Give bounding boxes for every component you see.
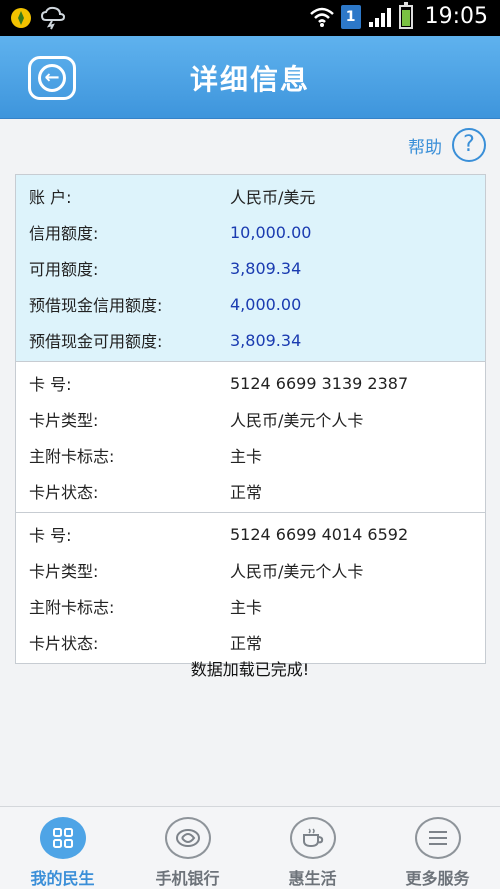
- detail-row: 卡 号: 5124 6699 4014 6592: [16, 516, 485, 552]
- card-role-value: 主卡: [230, 598, 263, 617]
- detail-row: 主附卡标志: 主卡: [16, 437, 485, 473]
- title-bar: ← 详细信息: [0, 36, 500, 119]
- cash-advance-limit-value: 4,000.00: [230, 294, 302, 314]
- row-value: 人民币/美元: [230, 188, 316, 207]
- card-number-value: 5124 6699 3139 2387: [230, 373, 409, 393]
- card-number-value: 5124 6699 4014 6592: [230, 524, 409, 544]
- row-label: 卡片类型:: [29, 562, 99, 581]
- card-type-value: 人民币/美元个人卡: [230, 411, 364, 430]
- card-status-value: 正常: [230, 634, 263, 653]
- card-role-value: 主卡: [230, 447, 263, 466]
- signal-icon: [368, 7, 391, 27]
- credit-limit-value: 10,000.00: [230, 222, 312, 242]
- nav-life-services[interactable]: 惠生活: [250, 807, 375, 889]
- nav-my-minsheng[interactable]: 我的民生: [0, 807, 125, 889]
- detail-row: 卡片类型: 人民币/美元个人卡: [16, 552, 485, 588]
- coffee-cup-icon: [289, 817, 336, 859]
- row-label: 卡 号:: [29, 375, 72, 394]
- nav-label: 手机银行: [155, 869, 220, 888]
- help-label: 帮助: [408, 137, 442, 158]
- card-section: 卡 号: 5124 6699 4014 6592 卡片类型: 人民币/美元个人卡…: [16, 513, 485, 663]
- row-label: 卡片状态:: [29, 483, 99, 502]
- detail-row: 预借现金信用额度: 4,000.00: [16, 286, 485, 322]
- grid-icon: [39, 817, 86, 859]
- detail-panel: 账 户: 人民币/美元 信用额度: 10,000.00 可用额度: 3,809.…: [15, 174, 486, 664]
- row-label: 主附卡标志:: [29, 447, 115, 466]
- nav-label: 我的民生: [30, 869, 95, 888]
- row-label: 账 户:: [29, 188, 72, 207]
- detail-row: 卡片状态: 正常: [16, 473, 485, 509]
- card-type-value: 人民币/美元个人卡: [230, 562, 364, 581]
- row-label: 主附卡标志:: [29, 598, 115, 617]
- detail-row: 预借现金可用额度: 3,809.34: [16, 322, 485, 358]
- wifi-icon: [309, 7, 334, 27]
- menu-icon: [414, 817, 461, 859]
- help-link[interactable]: 帮助 ?: [408, 128, 486, 162]
- status-bar-left: [10, 6, 66, 30]
- row-label: 卡片类型:: [29, 411, 99, 430]
- status-bar-right: 1 19:05: [309, 1, 488, 29]
- card-status-value: 正常: [230, 483, 263, 502]
- detail-row: 可用额度: 3,809.34: [16, 250, 485, 286]
- nav-label: 更多服务: [405, 869, 470, 888]
- nav-mobile-banking[interactable]: 手机银行: [125, 807, 250, 889]
- detail-row: 卡片状态: 正常: [16, 624, 485, 660]
- bottom-nav: 我的民生 手机银行 惠生活 更多服务: [0, 806, 500, 889]
- detail-row: 卡片类型: 人民币/美元个人卡: [16, 401, 485, 437]
- row-label: 卡 号:: [29, 526, 72, 545]
- nav-label: 惠生活: [288, 869, 337, 888]
- row-label: 信用额度:: [29, 224, 99, 243]
- page-title: 详细信息: [189, 63, 310, 96]
- weather-icon: [40, 6, 66, 30]
- status-bar: 1 19:05: [0, 0, 500, 36]
- cash-advance-available-value: 3,809.34: [230, 330, 302, 350]
- row-label: 预借现金信用额度:: [29, 296, 163, 315]
- account-section: 账 户: 人民币/美元 信用额度: 10,000.00 可用额度: 3,809.…: [16, 175, 485, 362]
- card-section: 卡 号: 5124 6699 3139 2387 卡片类型: 人民币/美元个人卡…: [16, 362, 485, 513]
- app-notification-icon: [11, 8, 31, 28]
- detail-row: 信用额度: 10,000.00: [16, 214, 485, 250]
- detail-row: 账 户: 人民币/美元: [16, 178, 485, 214]
- notification-badge: 1: [340, 4, 361, 29]
- status-time: 19:05: [424, 4, 488, 29]
- detail-row: 卡 号: 5124 6699 3139 2387: [16, 365, 485, 401]
- battery-icon: [398, 1, 413, 29]
- load-status-message: 数据加载已完成!: [190, 660, 310, 679]
- row-label: 预借现金可用额度:: [29, 332, 163, 351]
- detail-row: 主附卡标志: 主卡: [16, 588, 485, 624]
- row-label: 可用额度:: [29, 260, 99, 279]
- help-question-icon[interactable]: ?: [452, 128, 486, 162]
- bank-logo-icon: [164, 817, 211, 859]
- row-label: 卡片状态:: [29, 634, 99, 653]
- nav-more-services[interactable]: 更多服务: [375, 807, 500, 889]
- available-limit-value: 3,809.34: [230, 258, 302, 278]
